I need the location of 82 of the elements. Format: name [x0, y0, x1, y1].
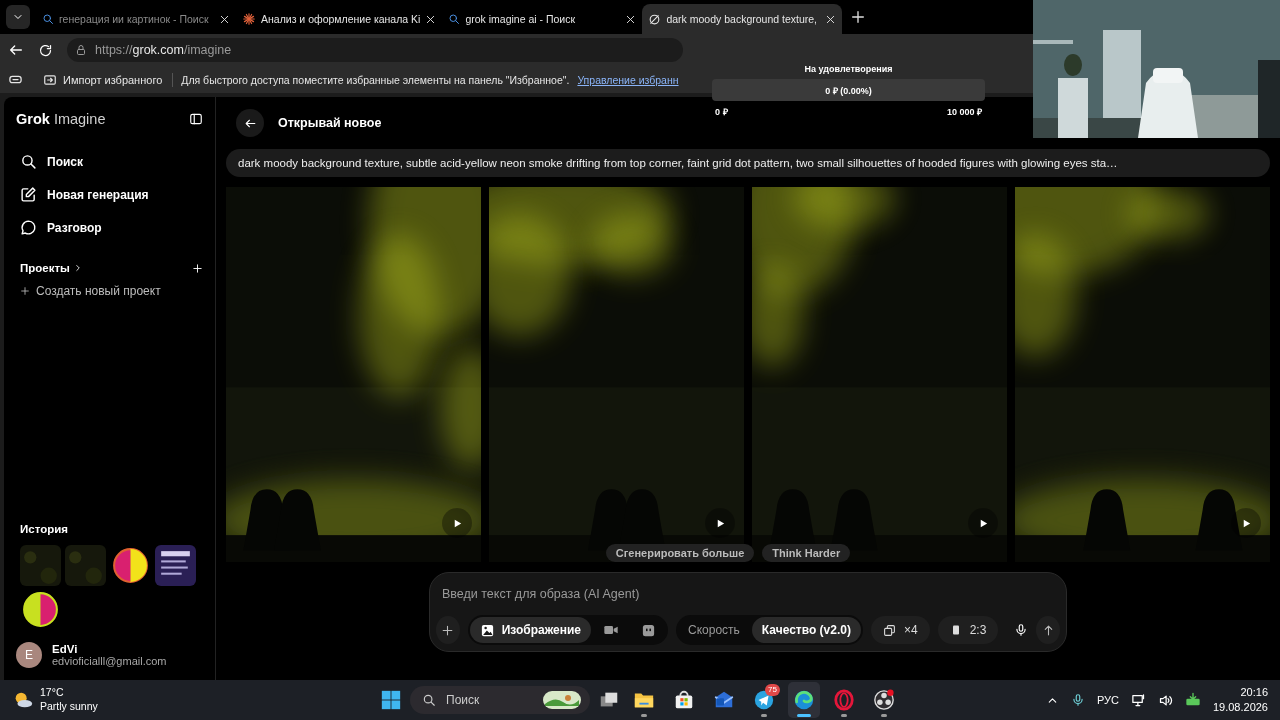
shopping-bag-icon	[673, 689, 695, 711]
attach-button[interactable]	[436, 616, 460, 644]
slashed-circle-icon	[648, 12, 662, 26]
plus-icon[interactable]	[192, 262, 203, 274]
browser-tab[interactable]: Анализ и оформление канала Ki	[236, 4, 443, 34]
goal-title: На удовлетворения	[803, 64, 894, 74]
search-icon	[448, 13, 461, 25]
prompt-field[interactable]: Введи текст для образа (AI Agent) Изображение Скорость Качество (v2.0) ×4 2:3	[429, 572, 1067, 652]
projects-link[interactable]: Проекты	[20, 262, 83, 274]
landscape-icon	[542, 690, 582, 710]
temperature: 17°C	[40, 686, 65, 700]
back-button[interactable]	[236, 109, 264, 137]
import-favorites-button[interactable]: Импорт избранного	[43, 72, 174, 87]
play-button[interactable]	[705, 508, 735, 538]
suggestion-chip[interactable]: Сгенерировать больше	[605, 544, 755, 562]
goal-max: 10 000 ₽	[946, 106, 982, 118]
create-project-button[interactable]: Создать новый проект	[16, 284, 203, 298]
favorites-hint: Для быстрого доступа поместите избранные элементы на панель "Избранное".	[181, 73, 570, 86]
close-icon[interactable]	[625, 13, 637, 25]
weather-description: Partly sunny	[40, 700, 98, 714]
nav-item[interactable]: Новая генерация	[16, 178, 203, 211]
chat-bubble-icon	[20, 219, 37, 236]
new-tab-icon[interactable]	[850, 9, 867, 25]
tab-list-button[interactable]	[6, 5, 30, 29]
manage-favorites-link[interactable]: Управление избранн	[577, 73, 679, 86]
section-heading: История	[20, 523, 69, 535]
count-button[interactable]: ×4	[870, 616, 930, 644]
quality-tab[interactable]: Качество (v2.0)	[751, 617, 861, 643]
windows-start-icon[interactable]	[380, 689, 402, 711]
play-button[interactable]	[442, 508, 472, 538]
goal-amount: 0 ₽ (0.00%)	[825, 84, 872, 97]
user-name: EdVi	[52, 643, 79, 655]
close-icon[interactable]	[219, 13, 230, 25]
quality-tab[interactable]: Скорость	[678, 617, 750, 643]
burst-icon	[242, 12, 256, 26]
edit-icon	[20, 186, 37, 203]
suggestion-chip[interactable]: Think Harder	[762, 544, 851, 562]
input-language[interactable]: РУС	[1096, 694, 1119, 706]
page-title: Открывай новое	[278, 116, 382, 130]
nav-item[interactable]: Поиск	[16, 145, 203, 178]
wave-swirl-icon	[793, 689, 815, 711]
close-icon[interactable]	[425, 13, 437, 25]
send-button[interactable]	[1036, 616, 1060, 644]
ring-icon	[833, 689, 855, 711]
brand-logo: Grok Imagine	[16, 111, 106, 127]
play-button[interactable]	[968, 508, 998, 538]
import-icon	[43, 72, 57, 87]
monitor-icon[interactable]	[1130, 692, 1146, 708]
taskbar-app[interactable]	[788, 682, 820, 718]
sidebar-toggle-icon[interactable]	[189, 112, 203, 126]
close-icon[interactable]	[825, 13, 837, 25]
search-icon	[422, 693, 436, 707]
reload-icon[interactable]	[38, 42, 53, 58]
address-field[interactable]: https://grok.com/imagine	[67, 38, 683, 62]
image-icon	[479, 622, 495, 638]
prompt-text: dark moody background texture, subtle acid-yellow neon smoke drifting from top corner, faint grid dot pattern, two small silhouettes of hooded figures with glowing eyes sta…	[226, 149, 1270, 177]
browser-tab[interactable]: генерация ии картинок - Поиск	[36, 4, 236, 34]
user-email: edvioficialll@gmail.com	[52, 655, 167, 667]
back-arrow-icon[interactable]	[8, 42, 24, 58]
goal-min: 0 ₽	[715, 106, 728, 118]
plus-icon	[441, 623, 455, 637]
taskbar-search-field[interactable]: Поиск	[410, 686, 590, 714]
microphone-icon[interactable]	[1014, 623, 1029, 637]
clock-time[interactable]: 20:16	[1212, 685, 1268, 700]
mode-tab[interactable]: Изображение	[469, 617, 591, 643]
paper-plane-icon	[753, 689, 775, 711]
microphone-icon[interactable]	[1070, 693, 1085, 707]
lock-icon	[75, 44, 87, 56]
aperture-icon	[873, 689, 895, 711]
plus-icon	[20, 286, 30, 296]
nav-item[interactable]: Разговор	[16, 211, 203, 244]
bot-icon	[641, 622, 656, 638]
taskbar-app[interactable]: 75	[748, 682, 780, 718]
stacked-squares-icon	[882, 623, 896, 637]
browser-tab[interactable]: dark moody background texture,	[642, 4, 843, 34]
notification-badge: 75	[765, 684, 780, 696]
search-icon	[20, 153, 37, 170]
browser-tab[interactable]: grok imagine ai - Поиск	[442, 4, 643, 34]
aspect-ratio-button[interactable]: 2:3	[937, 616, 999, 644]
clock-date[interactable]: 19.08.2026	[1212, 700, 1268, 715]
download-tray-icon[interactable]	[1184, 692, 1201, 708]
search-icon	[42, 13, 54, 25]
